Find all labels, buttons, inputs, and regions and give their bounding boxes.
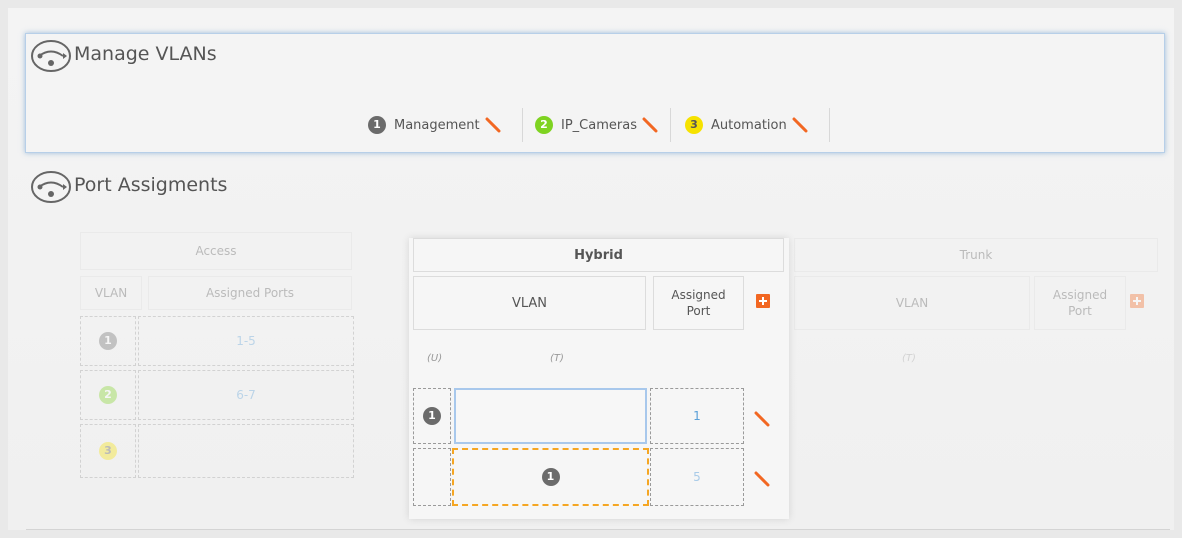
hybrid-untagged-cell[interactable]: 1 — [413, 388, 451, 444]
vlan-number-badge: 2 — [535, 116, 553, 134]
vlan-number-badge: 3 — [99, 442, 117, 460]
vlan-number-badge: 1 — [541, 468, 560, 486]
access-vlan-cell[interactable]: 1 — [80, 316, 136, 366]
hybrid-col-port: Assigned Port — [653, 276, 744, 330]
edit-pencil-icon[interactable] — [791, 116, 809, 134]
vlan-name: Management — [394, 117, 480, 133]
edit-pencil-icon[interactable] — [753, 410, 771, 428]
trunk-col-vlan: VLAN — [794, 276, 1030, 330]
manage-vlans-title: Manage VLANs — [74, 43, 217, 65]
vlan-name: IP_Cameras — [561, 117, 637, 133]
divider — [26, 529, 1170, 530]
vlan-chip-automation[interactable]: 3 Automation — [685, 108, 830, 142]
access-header: Access — [80, 232, 352, 270]
hybrid-tagged-cell[interactable] — [454, 388, 647, 444]
vlan-number-badge: 1 — [368, 116, 386, 134]
network-cable-icon — [31, 171, 71, 203]
tagged-label: (T) — [902, 353, 916, 364]
access-ports-cell[interactable]: 6-7 — [138, 370, 354, 420]
hybrid-port-cell[interactable]: 5 — [650, 448, 744, 506]
add-trunk-port-button[interactable] — [1130, 294, 1144, 308]
untagged-label: (U) — [427, 353, 443, 364]
port-assignments-title: Port Assigments — [74, 174, 228, 196]
access-col-ports: Assigned Ports — [148, 276, 352, 310]
vlan-number-badge: 1 — [423, 407, 441, 425]
edit-pencil-icon[interactable] — [484, 116, 502, 134]
tagged-label: (T) — [550, 353, 564, 364]
access-ports-cell[interactable]: 1-5 — [138, 316, 354, 366]
trunk-header: Trunk — [794, 238, 1158, 272]
hybrid-col-vlan: VLAN — [413, 276, 646, 330]
edit-pencil-icon[interactable] — [753, 470, 771, 488]
vlan-chip-ip-cameras[interactable]: 2 IP_Cameras — [535, 108, 671, 142]
vlan-number-badge: 2 — [99, 386, 117, 404]
vlan-number-badge: 1 — [99, 332, 117, 350]
access-ports-cell[interactable] — [138, 424, 354, 478]
trunk-col-port: Assigned Port — [1034, 276, 1126, 330]
vlan-name: Automation — [711, 117, 787, 133]
add-hybrid-port-button[interactable] — [756, 294, 770, 308]
vlan-chip-management[interactable]: 1 Management — [368, 108, 523, 142]
access-vlan-cell[interactable]: 3 — [80, 424, 136, 478]
network-cable-icon — [31, 40, 71, 72]
page: Manage VLANs 1 Management 2 IP_Cameras 3… — [8, 8, 1174, 530]
vlan-number-badge: 3 — [685, 116, 703, 134]
hybrid-tagged-cell[interactable]: 1 — [452, 448, 649, 506]
hybrid-header: Hybrid — [413, 238, 784, 272]
edit-pencil-icon[interactable] — [641, 116, 659, 134]
hybrid-port-cell[interactable]: 1 — [650, 388, 744, 444]
access-vlan-cell[interactable]: 2 — [80, 370, 136, 420]
access-col-vlan: VLAN — [80, 276, 142, 310]
hybrid-untagged-cell[interactable] — [413, 448, 451, 506]
